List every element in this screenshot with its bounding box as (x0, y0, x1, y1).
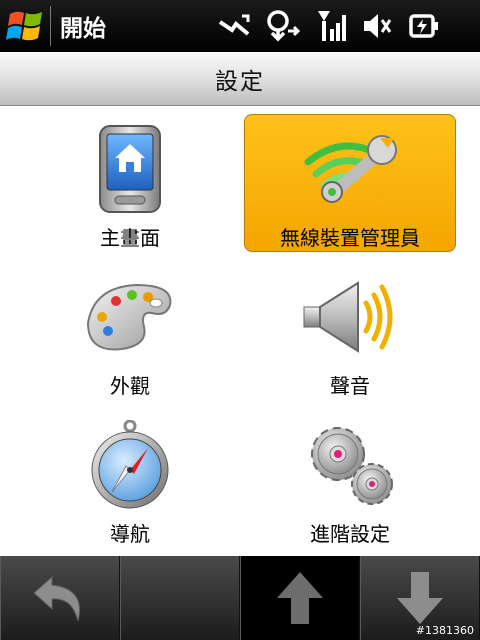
tile-label: 進階設定 (310, 522, 390, 546)
tile-sound[interactable]: 聲音 (244, 262, 456, 400)
scroll-up-button[interactable] (240, 556, 360, 640)
tile-navigation[interactable]: 導航 (24, 410, 236, 548)
wireless-manager-icon (304, 134, 397, 203)
tile-label: 導航 (110, 522, 150, 546)
page-title: 設定 (215, 68, 265, 95)
home-screen-icon (99, 125, 161, 213)
tile-home-screen[interactable]: 主畫面 (24, 114, 236, 252)
tile-advanced-settings[interactable]: 進階設定 (244, 410, 456, 548)
up-arrow-icon (277, 572, 323, 624)
back-arrow-icon (33, 575, 80, 622)
soft-key-bar: #1381360 (0, 556, 480, 640)
tile-wireless-manager[interactable]: 無線裝置管理員 (244, 114, 456, 252)
status-bar: 開始 (0, 0, 480, 52)
tile-label: 主畫面 (100, 226, 160, 250)
settings-grid: 主畫面 無線裝置管理員 外觀 聲音 導航 進階設定 (0, 106, 480, 556)
connectivity-icon[interactable] (218, 12, 250, 40)
volume-mute-icon[interactable] (362, 11, 392, 41)
tile-label: 聲音 (330, 374, 370, 398)
start-divider (50, 6, 51, 46)
tile-appearance[interactable]: 外觀 (24, 262, 236, 400)
title-bar: 設定 (0, 52, 480, 106)
signal-icon[interactable] (316, 9, 346, 43)
start-button[interactable]: 開始 (0, 0, 106, 52)
down-arrow-icon (397, 572, 443, 624)
speaker-icon (303, 281, 393, 353)
tile-label: 無線裝置管理員 (280, 226, 420, 250)
gears-icon (311, 427, 393, 505)
blank-softkey[interactable] (120, 556, 240, 640)
windows-flag-icon (6, 11, 42, 41)
watermark: #1381360 (415, 624, 474, 637)
back-button[interactable] (0, 556, 120, 640)
sync-icon[interactable] (266, 9, 300, 43)
tile-label: 外觀 (110, 374, 150, 398)
battery-charging-icon[interactable] (408, 10, 440, 42)
start-label: 開始 (60, 16, 106, 42)
palette-icon (86, 283, 172, 351)
compass-icon (91, 420, 169, 509)
